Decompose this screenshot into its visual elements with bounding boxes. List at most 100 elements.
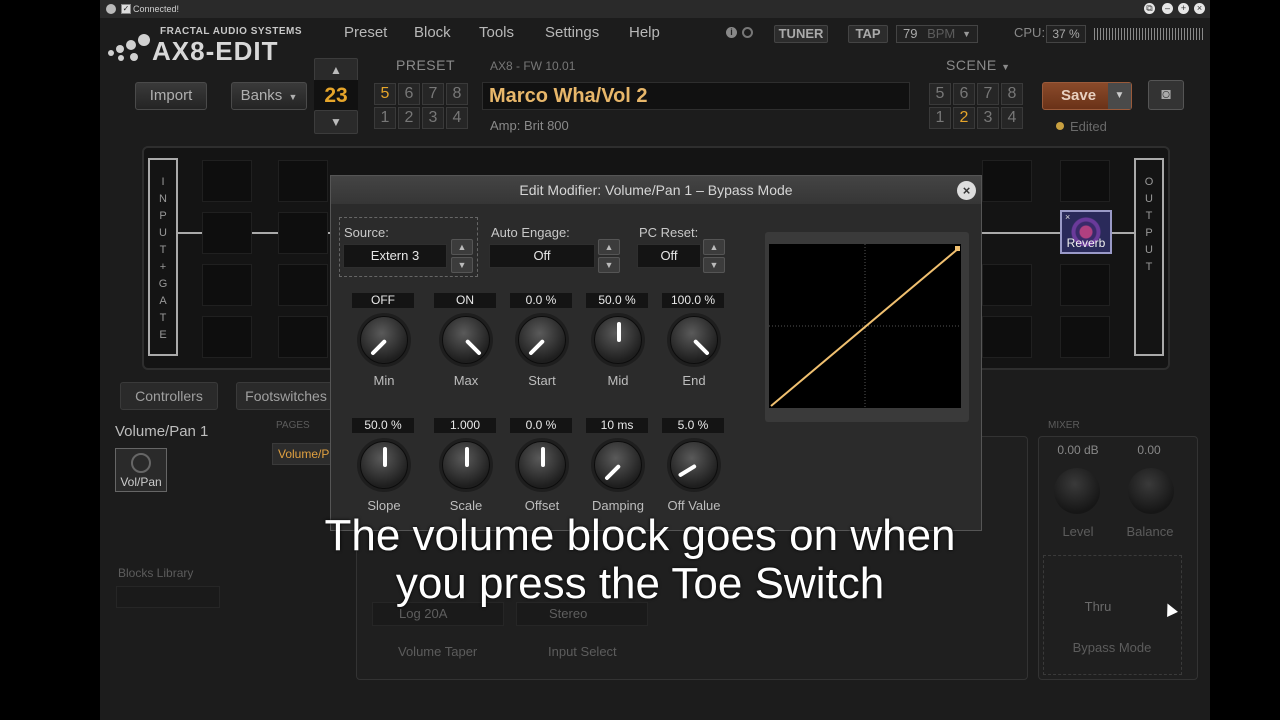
balance-knob[interactable] xyxy=(1128,468,1174,514)
source-select[interactable]: Extern 3 xyxy=(343,244,447,268)
connection-status: Connected! xyxy=(133,4,180,14)
preset-digit-button[interactable]: 4 xyxy=(446,107,468,129)
bypass-mode-label: Bypass Mode xyxy=(1072,640,1152,655)
info-icon[interactable]: i xyxy=(726,27,737,38)
connected-checkbox-icon[interactable]: ✓ xyxy=(121,4,131,14)
scene-digit-button-active[interactable]: 2 xyxy=(953,107,975,129)
pages-label: PAGES xyxy=(276,420,310,431)
auto-engage-down-button[interactable]: ▼ xyxy=(598,257,620,273)
settings-gear-icon[interactable] xyxy=(742,27,753,38)
preset-name-field[interactable]: Marco Wha/Vol 2 xyxy=(482,82,910,110)
vol-pan-label: Vol/Pan xyxy=(120,475,162,489)
reverb-block[interactable]: × Reverb xyxy=(1060,210,1112,254)
off-value-knob[interactable] xyxy=(662,435,724,497)
pc-reset-label: PC Reset: xyxy=(639,225,699,240)
grid-cell[interactable] xyxy=(202,264,252,306)
preset-digit-button[interactable]: 1 xyxy=(374,107,396,129)
grid-cell[interactable] xyxy=(278,264,328,306)
level-value: 0.00 dB xyxy=(1057,443,1099,457)
tempo-value: 79 xyxy=(903,26,918,41)
start-knob[interactable] xyxy=(510,310,572,372)
scene-digit-button[interactable]: 1 xyxy=(929,107,951,129)
input-gate-box[interactable]: I N P U T + G A T E xyxy=(148,158,178,356)
curve-end-handle[interactable] xyxy=(955,246,960,251)
menu-settings[interactable]: Settings xyxy=(545,24,599,41)
preset-digit-button[interactable]: 3 xyxy=(422,107,444,129)
scene-digit-button[interactable]: 8 xyxy=(1001,83,1023,105)
grid-cell[interactable] xyxy=(1060,316,1110,358)
max-value: ON xyxy=(434,293,496,308)
banks-button[interactable]: Banks ▼ xyxy=(231,82,307,110)
grid-cell[interactable] xyxy=(982,316,1032,358)
page-item[interactable]: Volume/Pan xyxy=(272,443,332,465)
end-label: End xyxy=(682,373,706,388)
auto-engage-up-button[interactable]: ▲ xyxy=(598,239,620,255)
mid-knob[interactable] xyxy=(586,310,648,372)
grid-cell[interactable] xyxy=(1060,264,1110,306)
min-knob[interactable] xyxy=(352,310,414,372)
pc-reset-up-button[interactable]: ▲ xyxy=(703,239,725,255)
tap-button[interactable]: TAP xyxy=(848,25,888,43)
grid-cell[interactable] xyxy=(1060,160,1110,202)
logo-dots-icon xyxy=(106,28,154,62)
input-select-label: Input Select xyxy=(548,644,617,659)
grid-cell[interactable] xyxy=(982,160,1032,202)
preset-digit-button[interactable]: 5 xyxy=(374,83,396,105)
source-down-button[interactable]: ▼ xyxy=(451,257,473,273)
minimize-icon[interactable]: – xyxy=(1162,3,1173,14)
grid-cell[interactable] xyxy=(278,316,328,358)
preset-section-label: PRESET xyxy=(396,57,456,73)
damping-value: 10 ms xyxy=(586,418,648,433)
auto-engage-select[interactable]: Off xyxy=(489,244,595,268)
preset-digit-button[interactable]: 2 xyxy=(398,107,420,129)
preset-digit-button[interactable]: 8 xyxy=(446,83,468,105)
end-knob[interactable] xyxy=(662,310,724,372)
mid-value: 50.0 % xyxy=(586,293,648,308)
menu-tools[interactable]: Tools xyxy=(479,24,514,41)
block-close-icon[interactable]: × xyxy=(1065,212,1070,222)
pc-reset-down-button[interactable]: ▼ xyxy=(703,257,725,273)
close-window-icon[interactable]: × xyxy=(1194,3,1205,14)
restore-icon[interactable]: ⧉ xyxy=(1144,3,1155,14)
scene-digit-button[interactable]: 4 xyxy=(1001,107,1023,129)
import-button[interactable]: Import xyxy=(135,82,207,110)
preset-up-button[interactable]: ▲ xyxy=(314,58,358,82)
preset-down-button[interactable]: ▼ xyxy=(314,110,358,134)
grid-cell[interactable] xyxy=(202,212,252,254)
maximize-icon[interactable]: + xyxy=(1178,3,1189,14)
menu-preset[interactable]: Preset xyxy=(344,24,387,41)
damping-knob[interactable] xyxy=(586,435,648,497)
pc-reset-select[interactable]: Off xyxy=(637,244,701,268)
slope-knob[interactable] xyxy=(352,435,414,497)
save-dropdown-button[interactable]: ▼ xyxy=(1108,83,1131,109)
grid-cell[interactable] xyxy=(278,160,328,202)
menu-help[interactable]: Help xyxy=(629,24,660,41)
offset-knob[interactable] xyxy=(510,435,572,497)
grid-cell[interactable] xyxy=(202,316,252,358)
menu-block[interactable]: Block xyxy=(414,24,451,41)
grid-cell[interactable] xyxy=(202,160,252,202)
output-box[interactable]: OUTPUT xyxy=(1134,158,1164,356)
tab-footswitches[interactable]: Footswitches xyxy=(236,382,336,410)
preset-digit-button[interactable]: 7 xyxy=(422,83,444,105)
scene-digit-button[interactable]: 5 xyxy=(929,83,951,105)
camera-icon[interactable]: ◙ xyxy=(1148,80,1184,110)
scale-knob[interactable] xyxy=(434,435,496,497)
scene-digit-button[interactable]: 3 xyxy=(977,107,999,129)
scene-digit-button[interactable]: 6 xyxy=(953,83,975,105)
scale-value: 1.000 xyxy=(434,418,496,433)
tuner-button[interactable]: TUNER xyxy=(774,25,828,43)
scene-digit-button[interactable]: 7 xyxy=(977,83,999,105)
source-up-button[interactable]: ▲ xyxy=(451,239,473,255)
tempo-select[interactable]: 79 BPM ▼ xyxy=(896,25,978,43)
tab-controllers[interactable]: Controllers xyxy=(120,382,218,410)
vol-pan-block[interactable]: Vol/Pan xyxy=(115,448,167,492)
preset-digit-button[interactable]: 6 xyxy=(398,83,420,105)
max-knob[interactable] xyxy=(434,310,496,372)
dialog-close-icon[interactable]: × xyxy=(957,181,976,200)
level-knob[interactable] xyxy=(1054,468,1100,514)
grid-cell[interactable] xyxy=(278,212,328,254)
grid-cell[interactable] xyxy=(982,264,1032,306)
cpu-label: CPU: xyxy=(1014,25,1046,40)
chevron-down-icon: ▼ xyxy=(962,29,971,39)
